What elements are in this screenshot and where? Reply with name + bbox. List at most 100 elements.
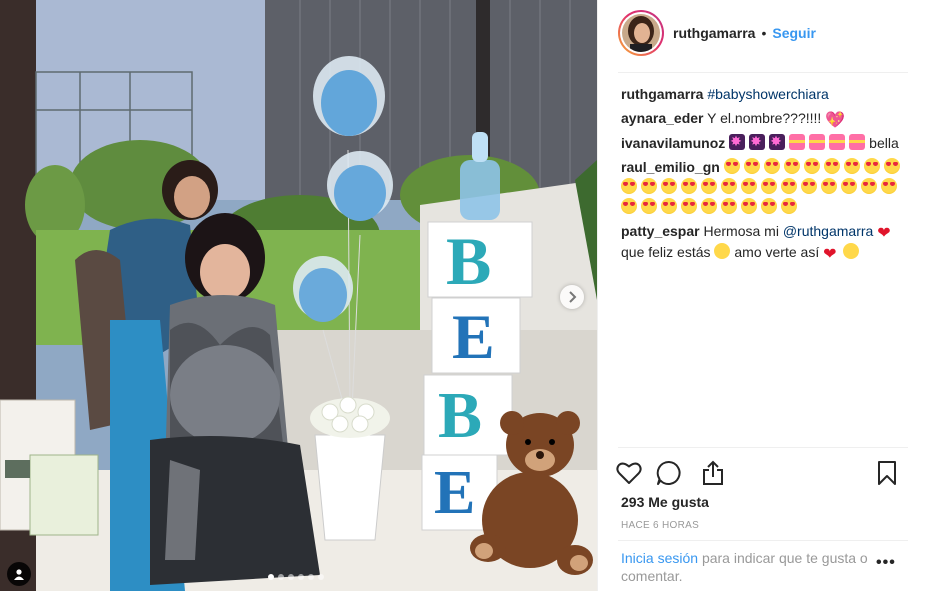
comment-username[interactable]: aynara_eder: [621, 110, 704, 126]
heart-eyes-emoji-icon: [841, 178, 857, 194]
sparkle-emoji-icon: [729, 131, 746, 151]
comment-text: Hermosa mi: [703, 223, 779, 239]
heart-eyes-emoji-icon: [723, 158, 740, 174]
login-prompt: Inicia sesión para indicar que te gusta …: [621, 549, 891, 585]
heart-eyes-emoji-icon: [801, 178, 817, 194]
heart-eyes-emoji-icon: [781, 178, 797, 194]
comment-button[interactable]: [654, 458, 684, 488]
carousel-indicator: [268, 574, 324, 580]
comment-username[interactable]: ivanavilamunoz: [621, 135, 725, 151]
header-separator: •: [761, 25, 767, 41]
heart-eyes-emoji-icon: [803, 158, 820, 174]
heart-eyes-emoji-icon: [701, 198, 717, 214]
block-letter-b1: B: [446, 223, 492, 299]
person-icon: [14, 569, 24, 580]
heart-eyes-emoji-icon: [863, 158, 880, 174]
heart-eyes-emoji-icon: [741, 198, 757, 214]
comment-hashtag-link[interactable]: @ruthgamarra: [783, 223, 873, 239]
like-button[interactable]: [614, 458, 644, 488]
post-photo-scene: [0, 0, 597, 591]
heart-eyes-emoji-icon: [883, 158, 900, 174]
heart-eyes-emoji-icon: [681, 178, 697, 194]
login-link[interactable]: Inicia sesión: [621, 550, 698, 566]
heart-outline-icon: [616, 462, 642, 484]
block-letter-e1: E: [452, 301, 495, 372]
heart-eyes-emoji-icon: [621, 178, 637, 194]
heart-eyes-emoji-icon: [861, 178, 877, 194]
heart-eyes-emoji-icon: [721, 198, 737, 214]
comment-item: patty_espar Hermosa mi @ruthgamarra ❤ que…: [621, 221, 911, 263]
gift-heart-emoji-icon: [849, 134, 866, 150]
heart-eyes-emoji-icon: [821, 178, 837, 194]
comment-item: aynara_eder Y el.nombre???!!!! 💖: [621, 108, 911, 129]
comment-username[interactable]: patty_espar: [621, 223, 700, 239]
carousel-dot: [308, 574, 314, 580]
heart-eyes-emoji-icon: [621, 198, 637, 214]
smile-emoji-icon: [714, 243, 731, 259]
block-letter-e2: E: [434, 459, 476, 527]
likes-count[interactable]: 293 Me gusta: [621, 494, 709, 510]
save-button[interactable]: [872, 458, 902, 488]
gift-heart-emoji-icon: [789, 134, 806, 150]
heart-eyes-emoji-icon: [843, 158, 860, 174]
comment-username[interactable]: raul_emilio_gn: [621, 159, 720, 175]
tagged-users-button[interactable]: [7, 562, 31, 586]
heart-eyes-emoji-icon: [761, 198, 777, 214]
heart-eyes-emoji-icon: [761, 178, 777, 194]
carousel-dot: [278, 574, 284, 580]
more-options-button[interactable]: •••: [876, 554, 896, 572]
block-letter-b2: B: [438, 379, 483, 452]
login-divider: [618, 540, 908, 541]
post-photo[interactable]: B E B E: [0, 0, 597, 591]
heart-eyes-emoji-icon: [741, 178, 757, 194]
red-heart-emoji-icon: ❤: [823, 246, 837, 263]
chevron-right-icon: [569, 291, 577, 303]
comment-bubble-icon: [656, 460, 681, 485]
carousel-dot: [288, 574, 294, 580]
heart-eyes-emoji-icon: [763, 158, 780, 174]
heart-eyes-emoji-icon: [701, 178, 717, 194]
comment-text: bella: [869, 135, 899, 151]
avatar[interactable]: [618, 10, 664, 56]
heart-eyes-emoji-icon: [641, 178, 657, 194]
post-side-panel: ruthgamarra • Seguir ruthgamarra #babysh…: [597, 0, 927, 591]
heart-eyes-emoji-icon: [721, 178, 737, 194]
heart-eyes-emoji-icon: [783, 158, 800, 174]
comment-text: que feliz estás: [621, 244, 711, 260]
heart-eyes-emoji-icon: [781, 198, 797, 214]
comment-item: ivanavilamunoz bella: [621, 131, 911, 153]
comments-list: ruthgamarra #babyshowerchiara aynara_ede…: [621, 84, 911, 267]
heart-eyes-emoji-icon: [661, 198, 677, 214]
header-username[interactable]: ruthgamarra: [673, 25, 755, 41]
comment-hashtag-link[interactable]: #babyshowerchiara: [707, 86, 828, 102]
heart-eyes-emoji-icon: [681, 198, 697, 214]
share-upload-icon: [703, 460, 723, 485]
avatar-photo: [622, 14, 660, 52]
sparkle-emoji-icon: [749, 131, 766, 151]
gift-heart-emoji-icon: [809, 134, 826, 150]
bookmark-icon: [878, 461, 896, 485]
post-timestamp[interactable]: HACE 6 HORAS: [621, 520, 699, 531]
kiss-emoji-icon: [843, 243, 860, 259]
actions-divider: [618, 447, 908, 448]
heart-eyes-emoji-icon: [743, 158, 760, 174]
carousel-dot: [318, 574, 324, 580]
comment-username[interactable]: ruthgamarra: [621, 86, 703, 102]
heart-eyes-emoji-icon: [881, 178, 897, 194]
carousel-next-button[interactable]: [560, 285, 584, 309]
comment-item: ruthgamarra #babyshowerchiara: [621, 84, 911, 104]
header-divider: [618, 72, 908, 73]
carousel-dot: [298, 574, 304, 580]
follow-button[interactable]: Seguir: [772, 25, 816, 41]
red-heart-emoji-icon: ❤: [877, 225, 891, 242]
sparkle-emoji-icon: [769, 131, 786, 151]
carousel-dot: [268, 574, 274, 580]
comment-text: amo verte así: [734, 244, 820, 260]
share-button[interactable]: [698, 458, 728, 488]
gift-heart-emoji-icon: [829, 134, 846, 150]
comment-text: Y el.nombre???!!!!: [707, 110, 822, 126]
heart-eyes-emoji-icon: [823, 158, 840, 174]
heart-eyes-emoji-icon: [641, 198, 657, 214]
comment-item: raul_emilio_gn: [621, 157, 911, 217]
pink-heart-emoji-icon: 💖: [825, 112, 846, 129]
